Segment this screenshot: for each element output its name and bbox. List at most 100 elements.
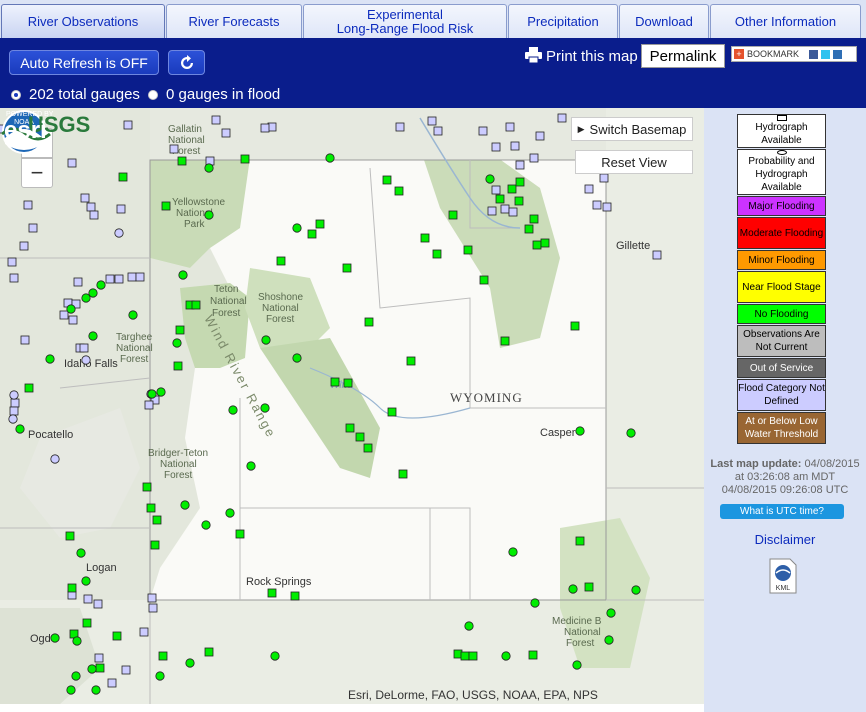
zoom-out-button[interactable]: −	[21, 158, 53, 188]
gauge-marker-undefined[interactable]	[94, 653, 104, 663]
gauge-marker-no-flooding[interactable]	[432, 249, 442, 259]
gauge-marker-no-flooding-probability[interactable]	[178, 270, 188, 280]
gauge-marker-no-flooding-probability[interactable]	[76, 548, 86, 558]
gauge-marker-no-flooding-probability[interactable]	[501, 651, 511, 661]
gauge-marker-no-flooding[interactable]	[575, 536, 585, 546]
gauge-marker-no-flooding[interactable]	[158, 651, 168, 661]
gauge-marker-undefined[interactable]	[73, 277, 83, 287]
gauge-marker-no-flooding-probability[interactable]	[485, 174, 495, 184]
gauge-marker-no-flooding[interactable]	[112, 631, 122, 641]
gauge-marker-no-flooding-probability[interactable]	[71, 671, 81, 681]
gauge-marker-no-flooding-probability[interactable]	[185, 658, 195, 668]
gauge-marker-no-flooding-probability[interactable]	[292, 223, 302, 233]
gauge-marker-undefined[interactable]	[652, 250, 662, 260]
disclaimer-link[interactable]: Disclaimer	[704, 532, 866, 547]
gauge-marker-no-flooding[interactable]	[460, 651, 470, 661]
gauge-marker-undefined[interactable]	[491, 142, 501, 152]
gauge-marker-no-flooding[interactable]	[315, 219, 325, 229]
gauge-marker-no-flooding[interactable]	[507, 184, 517, 194]
gauge-marker-undefined[interactable]	[491, 185, 501, 195]
gauge-marker-no-flooding-probability[interactable]	[155, 671, 165, 681]
gauge-marker-undefined[interactable]	[505, 122, 515, 132]
gauge-marker-no-flooding[interactable]	[146, 503, 156, 513]
gauge-marker-no-flooding-probability[interactable]	[572, 660, 582, 670]
permalink-button[interactable]: Permalink	[641, 44, 725, 68]
gauge-marker-undefined[interactable]	[529, 153, 539, 163]
gauge-marker-no-flooding[interactable]	[67, 583, 77, 593]
gauge-marker-no-flooding[interactable]	[307, 229, 317, 239]
gauge-marker-no-flooding[interactable]	[345, 423, 355, 433]
gauge-marker-undefined[interactable]	[592, 200, 602, 210]
gauge-marker-no-flooding-probability[interactable]	[530, 598, 540, 608]
gauge-marker-no-flooding[interactable]	[532, 240, 542, 250]
tab-precipitation[interactable]: Precipitation	[508, 4, 618, 38]
gauge-marker-undefined[interactable]	[135, 272, 145, 282]
gauge-marker-undefined[interactable]	[144, 400, 154, 410]
gauge-marker-no-flooding[interactable]	[240, 154, 250, 164]
gauge-marker-no-flooding[interactable]	[495, 194, 505, 204]
gauge-marker-no-flooding[interactable]	[364, 317, 374, 327]
gauge-marker-no-flooding-probability[interactable]	[204, 210, 214, 220]
gauge-marker-no-flooding-probability[interactable]	[228, 405, 238, 415]
gauge-marker-no-flooding-probability[interactable]	[270, 651, 280, 661]
gauge-marker-undefined-probability[interactable]	[9, 390, 19, 400]
gauge-marker-undefined[interactable]	[123, 120, 133, 130]
gauge-marker-undefined[interactable]	[260, 123, 270, 133]
gauge-marker-no-flooding-probability[interactable]	[575, 426, 585, 436]
gauge-marker-no-flooding[interactable]	[468, 651, 478, 661]
gauge-marker-undefined[interactable]	[535, 131, 545, 141]
gauge-marker-undefined-probability[interactable]	[81, 355, 91, 365]
gauge-marker-no-flooding-probability[interactable]	[464, 621, 474, 631]
gauge-marker-no-flooding[interactable]	[24, 383, 34, 393]
gauge-marker-no-flooding-probability[interactable]	[260, 403, 270, 413]
gauge-marker-no-flooding-probability[interactable]	[604, 635, 614, 645]
gauge-marker-no-flooding[interactable]	[82, 618, 92, 628]
gauge-marker-no-flooding[interactable]	[152, 515, 162, 525]
gauge-marker-undefined[interactable]	[83, 594, 93, 604]
gauge-marker-undefined[interactable]	[79, 343, 89, 353]
gauge-marker-no-flooding-probability[interactable]	[66, 304, 76, 314]
gauge-marker-no-flooding-probability[interactable]	[568, 584, 578, 594]
gauge-marker-no-flooding[interactable]	[500, 336, 510, 346]
gauge-marker-no-flooding[interactable]	[177, 156, 187, 166]
gauge-marker-undefined[interactable]	[89, 210, 99, 220]
gauge-marker-undefined[interactable]	[508, 207, 518, 217]
gauge-marker-no-flooding[interactable]	[420, 233, 430, 243]
gauge-marker-undefined[interactable]	[478, 126, 488, 136]
gauge-marker-no-flooding[interactable]	[398, 469, 408, 479]
gauge-marker-no-flooding[interactable]	[463, 245, 473, 255]
gauge-marker-no-flooding[interactable]	[95, 663, 105, 673]
gauge-marker-no-flooding-probability[interactable]	[72, 636, 82, 646]
gauge-marker-undefined[interactable]	[23, 200, 33, 210]
gauge-marker-undefined-probability[interactable]	[114, 228, 124, 238]
gauge-marker-no-flooding[interactable]	[276, 256, 286, 266]
gauge-marker-no-flooding-probability[interactable]	[204, 163, 214, 173]
gauge-marker-no-flooding-probability[interactable]	[180, 500, 190, 510]
printer-icon[interactable]	[525, 47, 542, 63]
gauge-marker-undefined[interactable]	[105, 274, 115, 284]
gauge-marker-undefined[interactable]	[584, 184, 594, 194]
tab-river-observations[interactable]: River Observations	[1, 4, 165, 38]
gauge-marker-undefined[interactable]	[127, 272, 137, 282]
gauge-marker-undefined-probability[interactable]	[8, 414, 18, 424]
bookmark-button[interactable]: + BOOKMARK	[731, 46, 857, 62]
gauge-marker-no-flooding-probability[interactable]	[508, 547, 518, 557]
gauge-marker-no-flooding[interactable]	[479, 275, 489, 285]
gauge-marker-undefined[interactable]	[121, 665, 131, 675]
gauge-marker-no-flooding-probability[interactable]	[225, 508, 235, 518]
switch-basemap-button[interactable]: ▶ Switch Basemap	[571, 117, 693, 141]
utc-info-button[interactable]: What is UTC time?	[720, 504, 844, 519]
kml-download-icon[interactable]: KML	[768, 558, 798, 594]
gauge-marker-undefined[interactable]	[487, 206, 497, 216]
gauge-marker-no-flooding-probability[interactable]	[81, 293, 91, 303]
gauge-marker-no-flooding[interactable]	[204, 647, 214, 657]
gauge-marker-no-flooding-probability[interactable]	[96, 280, 106, 290]
gauge-marker-no-flooding[interactable]	[382, 175, 392, 185]
gauge-marker-no-flooding[interactable]	[191, 300, 201, 310]
auto-refresh-button[interactable]: Auto Refresh is OFF	[9, 50, 159, 75]
gauge-marker-undefined[interactable]	[602, 202, 612, 212]
gauges-in-flood-radio[interactable]: 0 gauges in flood	[148, 86, 280, 103]
gauge-marker-no-flooding-probability[interactable]	[325, 153, 335, 163]
gauge-marker-no-flooding-probability[interactable]	[66, 685, 76, 695]
gauge-marker-no-flooding-probability[interactable]	[292, 353, 302, 363]
